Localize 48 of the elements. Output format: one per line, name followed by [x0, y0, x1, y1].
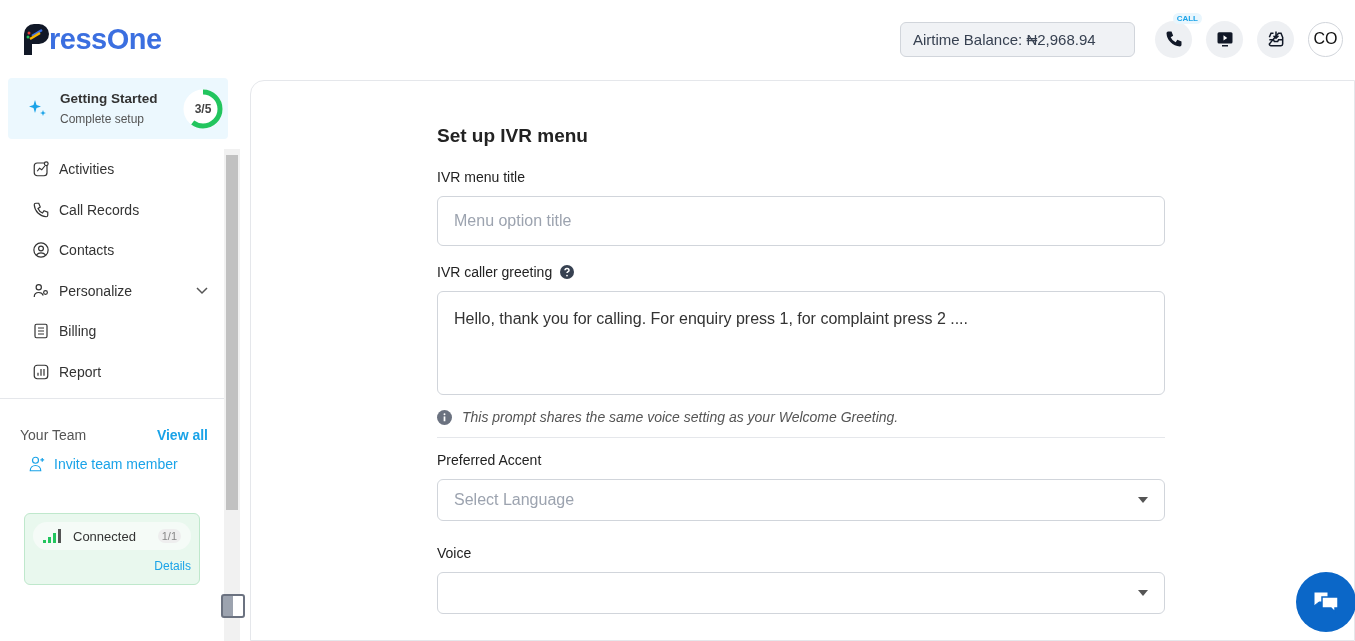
card-subtitle: Complete setup	[60, 112, 146, 126]
progress-ring	[182, 87, 224, 130]
bar-chart-icon	[32, 362, 50, 381]
form-title: Set up IVR menu	[437, 125, 589, 147]
nav-item[interactable]: Contacts	[0, 230, 224, 271]
connection-status: Connected	[73, 528, 137, 544]
greeting-textarea[interactable]: Hello, thank you for calling. For enquiry press 1, for complaint press 2 ....	[437, 291, 1165, 395]
collapse-sidebar-button[interactable]	[221, 594, 245, 618]
airtime-balance: Airtime Balance: ₦2,968.94	[900, 21, 1135, 57]
receipt-icon	[32, 322, 50, 341]
scrollbar-thumb[interactable]	[226, 155, 238, 510]
field-label: Preferred Accent	[437, 452, 542, 468]
chevron-icon	[196, 286, 208, 295]
field-label: Voice	[437, 545, 472, 561]
field-label: IVR caller greeting	[437, 264, 553, 280]
logo-mark-icon	[24, 23, 49, 55]
progress-label: 3/5	[194, 102, 212, 115]
call-badge: CALL	[1172, 12, 1202, 24]
nav-item[interactable]: Billing	[0, 311, 224, 352]
getting-started-card[interactable]: Getting Started Complete setup 3/5	[8, 78, 228, 139]
call-button[interactable]	[1155, 20, 1192, 58]
logo-text: ressOne	[49, 22, 162, 56]
text-input[interactable]: Menu option title	[437, 196, 1165, 246]
user-circle-icon	[32, 241, 50, 260]
nav-item[interactable]: Report	[0, 351, 224, 392]
nav-item[interactable]: Activities	[0, 149, 224, 190]
select-field[interactable]	[437, 572, 1165, 614]
caret-icon	[1138, 497, 1148, 503]
inbox-button[interactable]	[1257, 20, 1294, 58]
info-icon	[437, 409, 452, 425]
connection-count: 1/1	[157, 529, 181, 543]
user-plus-icon	[28, 455, 46, 473]
field-label: IVR menu title	[437, 169, 525, 185]
nav-item[interactable]: Call Records	[0, 189, 224, 230]
video-button[interactable]	[1206, 20, 1243, 58]
help-icon[interactable]	[560, 265, 575, 279]
team-title: Your Team	[20, 427, 87, 443]
chat-button[interactable]	[1296, 572, 1355, 632]
hint-text: This prompt shares the same voice setting as your Welcome Greeting.	[462, 409, 899, 425]
nav-item[interactable]: Personalize	[0, 270, 224, 311]
monitor-play-icon	[1215, 30, 1234, 48]
chart-icon	[32, 160, 50, 179]
phone-icon	[32, 200, 50, 219]
users-icon	[32, 281, 50, 300]
avatar-button[interactable]: CO	[1308, 21, 1343, 57]
signal-icon	[43, 529, 63, 543]
card-title: Getting Started	[60, 91, 159, 106]
caret-icon	[1138, 590, 1148, 596]
